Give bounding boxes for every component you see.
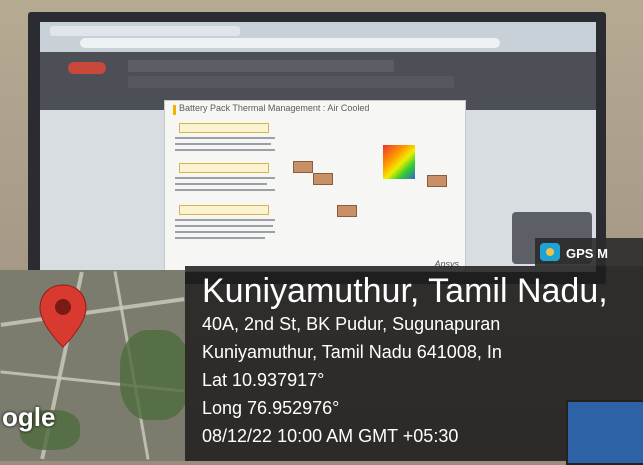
- recording-badge: [68, 62, 106, 74]
- slide-text-line: [175, 225, 273, 227]
- slide-text-line: [175, 137, 275, 139]
- address-line-2: Kuniyamuthur, Tamil Nadu 641008, In: [202, 342, 502, 362]
- slide-section-header: [179, 163, 269, 173]
- presentation-slide: Battery Pack Thermal Management : Air Co…: [164, 100, 466, 272]
- slide-text-line: [175, 177, 275, 179]
- slide-section-header: [179, 205, 269, 215]
- map-green-area: [120, 330, 185, 420]
- address-bar: [80, 38, 500, 48]
- location-title: Kuniyamuthur, Tamil Nadu,: [202, 272, 608, 310]
- connection-notice: [128, 76, 454, 88]
- map-provider-label: ogle: [2, 402, 56, 432]
- map-pin-icon: [39, 284, 87, 348]
- slide-accent-bar: [173, 105, 176, 115]
- slide-text-line: [175, 149, 275, 151]
- timestamp: 08/12/22 10:00 AM GMT +05:30: [202, 426, 459, 446]
- slide-text-line: [175, 183, 267, 185]
- browser-toolbar: [40, 22, 596, 52]
- slide-text-line: [175, 231, 275, 233]
- latitude: Lat 10.937917°: [202, 370, 325, 390]
- slide-title: Battery Pack Thermal Management : Air Co…: [179, 103, 370, 113]
- slide-section-header: [179, 123, 269, 133]
- battery-cell-diagram: [337, 205, 357, 217]
- presenting-notice: [128, 60, 394, 72]
- battery-cell-diagram: [313, 173, 333, 185]
- address-line-1: 40A, 2nd St, BK Pudur, Sugunapuran: [202, 314, 501, 334]
- thermal-plot: [383, 145, 415, 179]
- browser-tabs: [50, 26, 240, 36]
- longitude: Long 76.952976°: [202, 398, 340, 418]
- map-road: [0, 297, 185, 327]
- laptop-screen: [566, 400, 643, 465]
- slide-text-line: [175, 237, 265, 239]
- battery-cell-diagram: [427, 175, 447, 187]
- slide-text-line: [175, 219, 275, 221]
- slide-text-line: [175, 189, 275, 191]
- slide-text-line: [175, 143, 271, 145]
- projected-screen: Battery Pack Thermal Management : Air Co…: [40, 22, 596, 272]
- camera-globe-icon: [540, 243, 560, 261]
- battery-cell-diagram: [293, 161, 313, 173]
- gps-app-label: GPS M: [566, 246, 608, 261]
